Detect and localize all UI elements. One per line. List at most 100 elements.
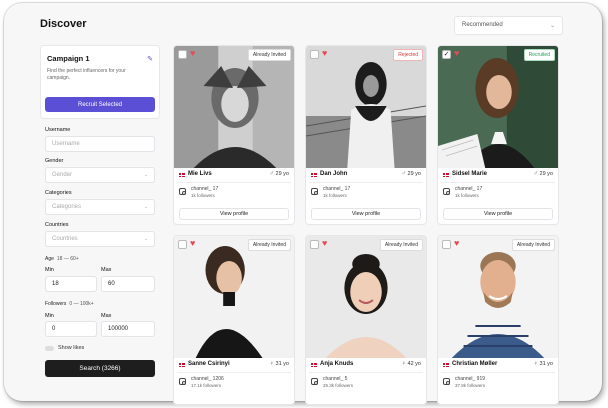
select-checkbox[interactable]: [442, 240, 451, 249]
followers-max-input[interactable]: 100000: [101, 321, 155, 337]
profile-photo[interactable]: [306, 46, 426, 168]
select-checkbox[interactable]: [178, 50, 187, 59]
followers-min-label: Min: [45, 313, 54, 319]
influencer-name: Christian Møller: [452, 361, 498, 367]
view-profile-button[interactable]: View profile: [443, 208, 553, 220]
influencer-card[interactable]: ✓ ♥ Recruited Sidsel Marie ♂ 29 yo chann…: [437, 45, 559, 225]
age-range-value: 18 — 60+: [56, 256, 79, 262]
sort-select[interactable]: Recommended ⌄: [454, 16, 563, 35]
countries-select[interactable]: Countries ⌄: [45, 231, 155, 247]
followers-range-header: Followers 0 — 100k+: [45, 301, 94, 307]
age-max-input[interactable]: 60: [101, 276, 155, 292]
followers-range-value: 0 — 100k+: [69, 301, 94, 307]
profile-photo[interactable]: [438, 46, 558, 168]
influencer-card[interactable]: ♥ Already Invited Sanne Csirinyi ♀ 31 yo…: [173, 235, 295, 405]
profile-photo[interactable]: [438, 236, 558, 358]
denmark-flag-icon: [179, 173, 185, 177]
influencer-name: Sidsel Marie: [452, 171, 488, 177]
followers-max-label: Max: [101, 313, 112, 319]
influencer-card[interactable]: ♥ Rejected Dan John ♂ 29 yo channel_ 17 …: [305, 45, 427, 225]
profile-photo[interactable]: [306, 236, 426, 358]
channel-name: channel_ 17: [455, 186, 483, 192]
instagram-icon: [179, 188, 186, 195]
select-checkbox[interactable]: [178, 240, 187, 249]
age-min-input[interactable]: 18: [45, 276, 97, 292]
influencer-card[interactable]: ♥ Already Invited Mie Livs ♂ 29 yo chann…: [173, 45, 295, 225]
profile-photo[interactable]: [174, 236, 294, 358]
influencer-name: Mie Livs: [188, 171, 212, 177]
followers-min-value: 0: [52, 326, 56, 332]
countries-label: Countries: [45, 222, 69, 228]
denmark-flag-icon: [179, 363, 185, 367]
influencer-name: Dan John: [320, 171, 348, 177]
chevron-down-icon: ⌄: [143, 236, 148, 242]
status-badge: Already Invited: [379, 239, 423, 251]
age-max-label: Max: [101, 267, 112, 273]
followers-max-value: 100000: [108, 326, 129, 332]
heart-icon[interactable]: ♥: [190, 48, 195, 58]
age-min-label: Min: [45, 267, 54, 273]
follower-count: 1k followers: [323, 193, 347, 198]
denmark-flag-icon: [311, 363, 317, 367]
instagram-icon: [443, 378, 450, 385]
search-button[interactable]: Search (3266): [45, 360, 155, 377]
follower-count: 25.3k followers: [323, 383, 354, 388]
view-profile-button[interactable]: View profile: [311, 208, 421, 220]
channel-name: channel_ 919: [455, 376, 486, 382]
followers-min-input[interactable]: 0: [45, 321, 97, 337]
denmark-flag-icon: [443, 173, 449, 177]
age-range-header: Age 18 — 60+: [45, 256, 79, 262]
view-profile-button[interactable]: View profile: [179, 208, 289, 220]
influencer-age: 29 yo: [539, 171, 553, 177]
page-title: Discover: [40, 18, 87, 30]
toggle-switch[interactable]: [45, 345, 54, 351]
channel-name: channel_ 17: [191, 186, 219, 192]
categories-select[interactable]: Categories ⌄: [45, 199, 155, 215]
edit-pencil-icon[interactable]: ✎: [147, 55, 153, 63]
influencer-age: 29 yo: [407, 171, 421, 177]
influencer-card[interactable]: ♥ Already Invited Christian Møller ♀ 31 …: [437, 235, 559, 405]
instagram-icon: [179, 378, 186, 385]
heart-icon[interactable]: ♥: [322, 48, 327, 58]
follower-count: 37.8k followers: [455, 383, 486, 388]
gender-icon: ♀: [269, 361, 275, 367]
gender-select[interactable]: Gender ⌄: [45, 167, 155, 183]
influencer-age: 42 yo: [407, 361, 421, 367]
select-checkbox[interactable]: ✓: [442, 50, 451, 59]
heart-icon[interactable]: ♥: [454, 238, 459, 248]
influencer-name: Anja Knuds: [320, 361, 354, 367]
denmark-flag-icon: [311, 173, 317, 177]
channel-name: channel_ 5: [323, 376, 348, 382]
chevron-down-icon: ⌄: [549, 23, 555, 29]
gender-placeholder: Gender: [52, 172, 73, 178]
heart-icon[interactable]: ♥: [322, 238, 327, 248]
categories-placeholder: Categories: [52, 204, 82, 210]
select-checkbox[interactable]: [310, 50, 319, 59]
campaign-description: Find the perfect influencers for your ca…: [47, 68, 126, 81]
campaign-name: Campaign 1: [47, 54, 90, 63]
username-label: Username: [45, 127, 71, 133]
show-likes-toggle[interactable]: Show likes: [45, 345, 84, 351]
gender-label: Gender: [45, 158, 64, 164]
show-likes-label: Show likes: [58, 345, 85, 351]
followers-label: Followers: [45, 301, 67, 307]
username-input[interactable]: Username: [45, 136, 155, 152]
select-checkbox[interactable]: [310, 240, 319, 249]
recruit-selected-button[interactable]: Recruit Selected: [45, 97, 155, 112]
gender-icon: ♂: [533, 171, 539, 177]
status-badge: Rejected: [393, 49, 423, 61]
follower-count: 17.1k followers: [191, 383, 222, 388]
influencer-age: 31 yo: [539, 361, 553, 367]
instagram-icon: [311, 378, 318, 385]
gender-icon: ♀: [401, 361, 407, 367]
heart-icon[interactable]: ♥: [190, 238, 195, 248]
profile-photo[interactable]: [174, 46, 294, 168]
influencer-card[interactable]: ♥ Already Invited Anja Knuds ♀ 42 yo cha…: [305, 235, 427, 405]
follower-count: 1k followers: [455, 193, 479, 198]
heart-icon[interactable]: ♥: [454, 48, 459, 58]
instagram-icon: [443, 188, 450, 195]
status-badge: Already Invited: [511, 239, 555, 251]
status-badge: Already Invited: [247, 49, 291, 61]
instagram-icon: [311, 188, 318, 195]
username-placeholder: Username: [52, 141, 80, 147]
